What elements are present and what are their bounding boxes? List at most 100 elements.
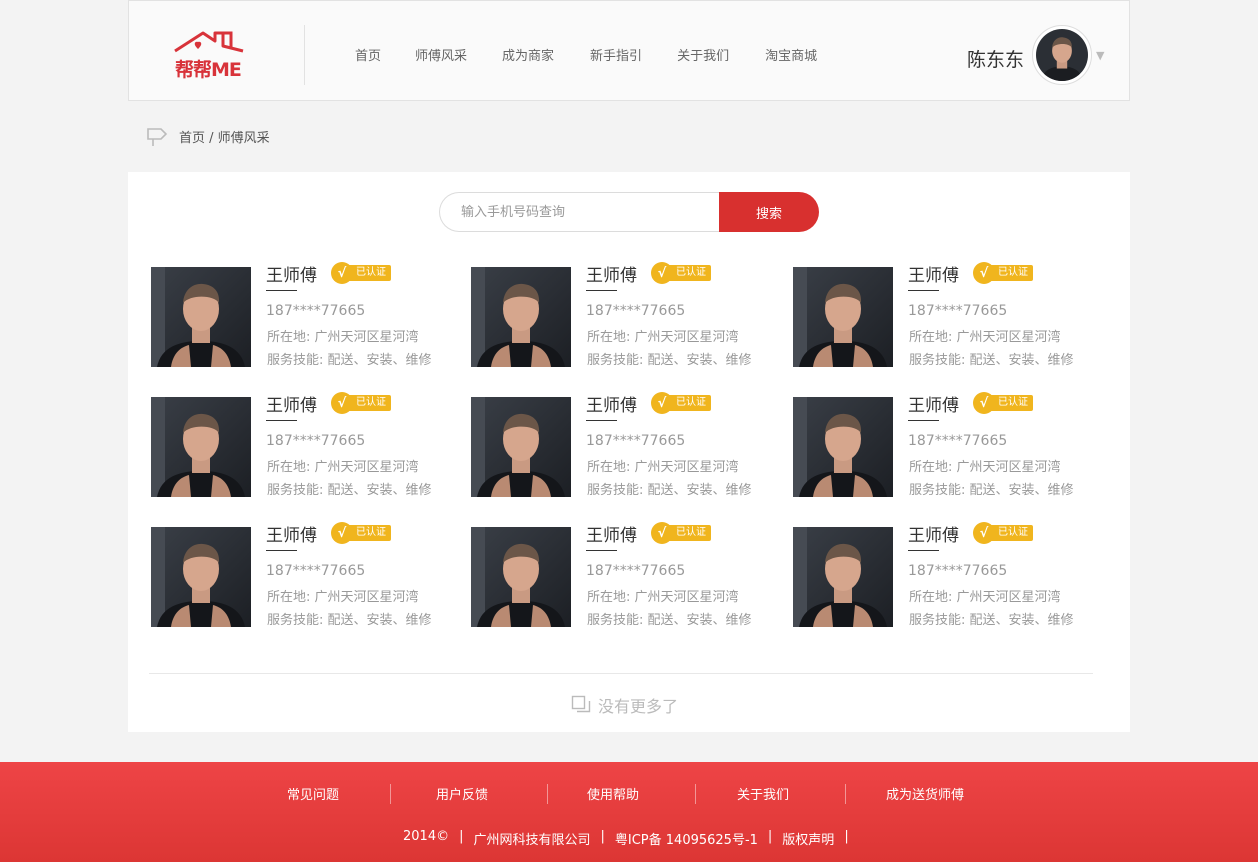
nav-masters[interactable]: 师傅风采 <box>415 45 467 64</box>
copy-icon <box>571 695 591 713</box>
master-card[interactable]: 王师傅 √ 已认证 187****77665 所在地: 广州天河区星河湾 服务技能: 配送… <box>471 261 781 371</box>
master-card[interactable]: 王师傅 √ 已认证 187****77665 所在地: 广州天河区星河湾 服务技能: 配送… <box>151 391 461 501</box>
search-button[interactable]: 搜索 <box>719 192 819 232</box>
footer-copyright: 2014© | 广州网科技有限公司 | 粤ICP备 14095625号-1 | … <box>403 829 849 848</box>
master-address: 所在地: 广州天河区星河湾 <box>909 330 1061 345</box>
verified-badge: √ 已认证 <box>973 521 1033 545</box>
master-photo[interactable] <box>471 397 571 497</box>
masters-panel: 搜索 王师傅√已认证187****77665所在地: 广州天河区星河湾服务技能:… <box>128 172 1130 732</box>
master-photo[interactable] <box>793 397 893 497</box>
site-header: 帮帮ME 首页 师傅风采 成为商家 新手指引 关于我们 淘宝商城 陈东东 ▼ <box>128 0 1130 101</box>
master-skills: 服务技能: 配送、安装、维修 <box>909 483 1074 498</box>
footer-separator <box>390 784 391 804</box>
no-more-text: 没有更多了 <box>598 697 679 716</box>
master-photo[interactable] <box>793 267 893 367</box>
master-skills: 服务技能: 配送、安装、维修 <box>909 353 1074 368</box>
footer-link-faq[interactable]: 常见问题 <box>287 784 339 803</box>
master-skills: 服务技能: 配送、安装、维修 <box>267 353 432 368</box>
breadcrumb-text: 首页 / 师傅风采 <box>179 130 270 146</box>
header-divider <box>304 25 305 85</box>
verified-label: 已认证 <box>989 265 1033 281</box>
copyright-statement-link[interactable]: 版权声明 <box>782 829 834 848</box>
footer-link-about[interactable]: 关于我们 <box>737 784 789 803</box>
verified-check-icon: √ <box>973 522 995 544</box>
verified-check-icon: √ <box>331 392 353 414</box>
name-underline <box>908 290 939 291</box>
master-address: 所在地: 广州天河区星河湾 <box>587 590 739 605</box>
phone-search-input[interactable] <box>439 192 719 232</box>
master-card[interactable]: 王师傅 √ 已认证 187****77665 所在地: 广州天河区星河湾 服务技能: 配送… <box>793 261 1103 371</box>
verified-check-icon: √ <box>973 262 995 284</box>
master-phone: 187****77665 <box>908 563 1008 579</box>
master-name[interactable]: 王师傅 <box>908 521 959 546</box>
master-name[interactable]: 王师傅 <box>266 521 317 546</box>
master-name[interactable]: 王师傅 <box>266 261 317 286</box>
name-underline <box>266 550 297 551</box>
footer-link-become-courier[interactable]: 成为送货师傅 <box>886 784 964 803</box>
master-card[interactable]: 王师傅 √ 已认证 187****77665 所在地: 广州天河区星河湾 服务技能: 配送… <box>793 391 1103 501</box>
logo-text: 帮帮ME <box>175 59 242 81</box>
master-card[interactable]: 王师傅 √ 已认证 187****77665 所在地: 广州天河区星河湾 服务技能: 配送… <box>471 391 781 501</box>
master-skills: 服务技能: 配送、安装、维修 <box>587 483 752 498</box>
master-photo[interactable] <box>151 397 251 497</box>
master-photo[interactable] <box>471 267 571 367</box>
verified-label: 已认证 <box>347 395 391 411</box>
master-address: 所在地: 广州天河区星河湾 <box>267 330 419 345</box>
master-card[interactable]: 王师傅 √ 已认证 187****77665 所在地: 广州天河区星河湾 服务技能: 配送… <box>793 521 1103 631</box>
copyright-year: 2014© <box>403 829 450 844</box>
verified-badge: √ 已认证 <box>331 391 391 415</box>
verified-label: 已认证 <box>989 395 1033 411</box>
master-photo[interactable] <box>471 527 571 627</box>
signpost-icon <box>147 128 168 146</box>
master-address: 所在地: 广州天河区星河湾 <box>267 460 419 475</box>
master-name[interactable]: 王师傅 <box>908 261 959 286</box>
site-logo[interactable]: 帮帮ME <box>173 29 247 81</box>
verified-badge: √ 已认证 <box>973 391 1033 415</box>
master-name[interactable]: 王师傅 <box>908 391 959 416</box>
verified-check-icon: √ <box>651 522 673 544</box>
main-nav: 首页 师傅风采 成为商家 新手指引 关于我们 淘宝商城 <box>340 45 817 64</box>
user-avatar[interactable] <box>1032 25 1092 85</box>
footer-link-feedback[interactable]: 用户反馈 <box>436 784 488 803</box>
master-card[interactable]: 王师傅 √ 已认证 187****77665 所在地: 广州天河区星河湾 服务技能: 配送… <box>151 521 461 631</box>
master-photo[interactable] <box>151 267 251 367</box>
user-menu-chevron-icon[interactable]: ▼ <box>1096 49 1104 62</box>
master-address: 所在地: 广州天河区星河湾 <box>909 460 1061 475</box>
no-more-indicator: 没有更多了 <box>571 693 678 717</box>
verified-check-icon: √ <box>651 392 673 414</box>
nav-become-merchant[interactable]: 成为商家 <box>502 45 554 64</box>
footer-separator <box>695 784 696 804</box>
nav-about[interactable]: 关于我们 <box>677 45 729 64</box>
master-name[interactable]: 王师傅 <box>266 391 317 416</box>
user-name[interactable]: 陈东东 <box>967 45 1024 72</box>
master-phone: 187****77665 <box>266 303 366 319</box>
verified-label: 已认证 <box>667 395 711 411</box>
master-skills: 服务技能: 配送、安装、维修 <box>267 483 432 498</box>
nav-taobao-store[interactable]: 淘宝商城 <box>765 45 817 64</box>
master-card[interactable]: 王师傅 √ 已认证 187****77665 所在地: 广州天河区星河湾 服务技能: 配送… <box>471 521 781 631</box>
icp-number: 粤ICP备 14095625号-1 <box>614 833 758 848</box>
verified-badge: √ 已认证 <box>651 521 711 545</box>
master-skills: 服务技能: 配送、安装、维修 <box>909 613 1074 628</box>
footer-link-help[interactable]: 使用帮助 <box>587 784 639 803</box>
search-bar: 搜索 <box>439 192 819 232</box>
master-name[interactable]: 王师傅 <box>586 391 637 416</box>
master-photo[interactable] <box>793 527 893 627</box>
verified-label: 已认证 <box>989 525 1033 541</box>
master-phone: 187****77665 <box>266 563 366 579</box>
nav-beginner-guide[interactable]: 新手指引 <box>590 45 642 64</box>
name-underline <box>266 420 297 421</box>
master-address: 所在地: 广州天河区星河湾 <box>587 330 739 345</box>
verified-badge: √ 已认证 <box>331 521 391 545</box>
master-name[interactable]: 王师傅 <box>586 261 637 286</box>
master-card[interactable]: 王师傅 √ 已认证 187****77665 所在地: 广州天河区星河湾 服务技能: 配送… <box>151 261 461 371</box>
master-phone: 187****77665 <box>586 303 686 319</box>
master-skills: 服务技能: 配送、安装、维修 <box>267 613 432 628</box>
breadcrumb: 首页 / 师傅风采 <box>145 124 270 148</box>
master-name[interactable]: 王师傅 <box>586 521 637 546</box>
verified-label: 已认证 <box>667 265 711 281</box>
master-address: 所在地: 广州天河区星河湾 <box>909 590 1061 605</box>
master-photo[interactable] <box>151 527 251 627</box>
nav-home[interactable]: 首页 <box>355 45 381 64</box>
company-name: 广州网科技有限公司 <box>473 833 591 848</box>
